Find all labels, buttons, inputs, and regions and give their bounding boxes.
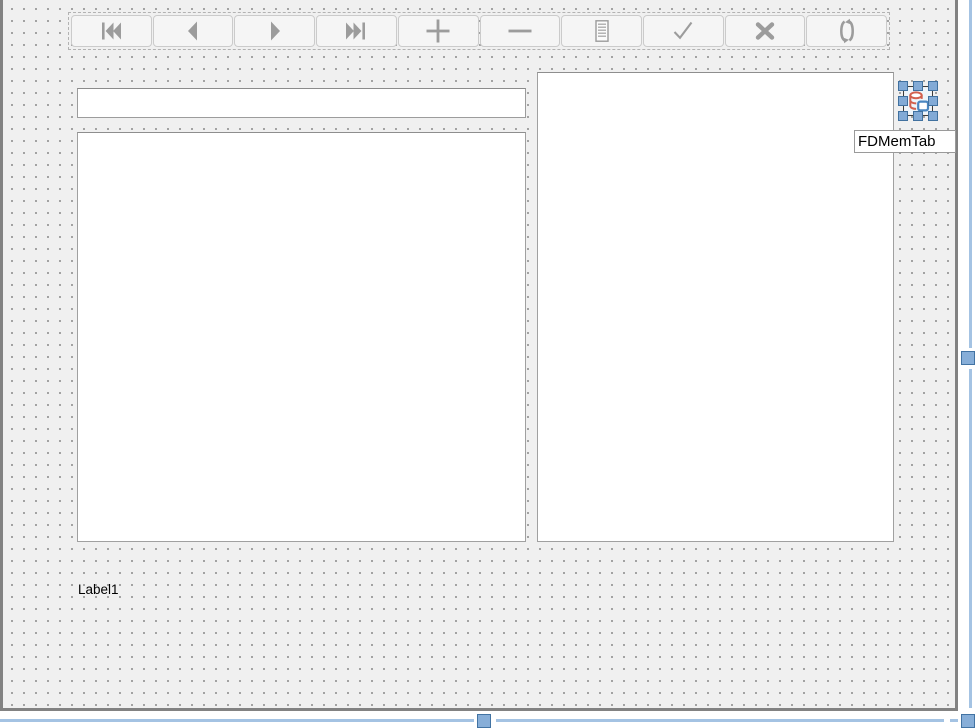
last-record-icon xyxy=(343,18,369,44)
edit-record-icon xyxy=(589,18,615,44)
delete-record-icon xyxy=(506,17,534,45)
fdmemtable-component[interactable] xyxy=(898,81,938,121)
form-selection-line-bottom xyxy=(0,719,474,722)
refresh-icon xyxy=(834,18,860,44)
insert-record-icon xyxy=(424,17,452,45)
form-selection-line-right xyxy=(969,369,972,708)
component-resize-handle[interactable] xyxy=(913,111,923,121)
form-resize-handle-bottom[interactable] xyxy=(477,714,491,728)
prior-record-icon xyxy=(180,18,206,44)
form-design-surface[interactable]: Label1 xyxy=(0,0,958,711)
nav-post-button[interactable] xyxy=(642,15,724,47)
form-selection-line-right xyxy=(969,0,972,348)
db-edit-field[interactable] xyxy=(77,88,526,118)
component-resize-handle[interactable] xyxy=(913,81,923,91)
nav-next-button[interactable] xyxy=(234,15,316,47)
content-panel-left[interactable] xyxy=(77,132,526,542)
component-resize-handle[interactable] xyxy=(928,96,938,106)
designer-stage: Label1 FDMemTab xyxy=(0,0,975,728)
nav-edit-button[interactable] xyxy=(561,15,642,47)
component-caption: FDMemTab xyxy=(854,130,956,153)
form-resize-handle-right[interactable] xyxy=(961,351,975,365)
post-edit-icon xyxy=(670,18,696,44)
component-resize-handle[interactable] xyxy=(898,111,908,121)
first-record-icon xyxy=(98,18,124,44)
cancel-edit-icon xyxy=(752,18,778,44)
nav-cancel-button[interactable] xyxy=(724,15,806,47)
content-panel-right[interactable] xyxy=(537,72,894,542)
nav-prior-button[interactable] xyxy=(152,15,234,47)
component-resize-handle[interactable] xyxy=(898,81,908,91)
nav-refresh-button[interactable] xyxy=(806,15,888,47)
nav-insert-button[interactable] xyxy=(397,15,479,47)
form-selection-line-bottom xyxy=(496,719,944,722)
form-resize-handle-bottom-right[interactable] xyxy=(961,714,975,728)
db-navigator xyxy=(68,12,890,50)
form-label1[interactable]: Label1 xyxy=(78,582,119,598)
nav-delete-button[interactable] xyxy=(479,15,561,47)
component-resize-handle[interactable] xyxy=(928,81,938,91)
form-selection-line-bottom xyxy=(950,719,958,722)
nav-first-button[interactable] xyxy=(71,15,152,47)
component-resize-handle[interactable] xyxy=(898,96,908,106)
component-resize-handle[interactable] xyxy=(928,111,938,121)
nav-last-button[interactable] xyxy=(316,15,397,47)
next-record-icon xyxy=(262,18,288,44)
